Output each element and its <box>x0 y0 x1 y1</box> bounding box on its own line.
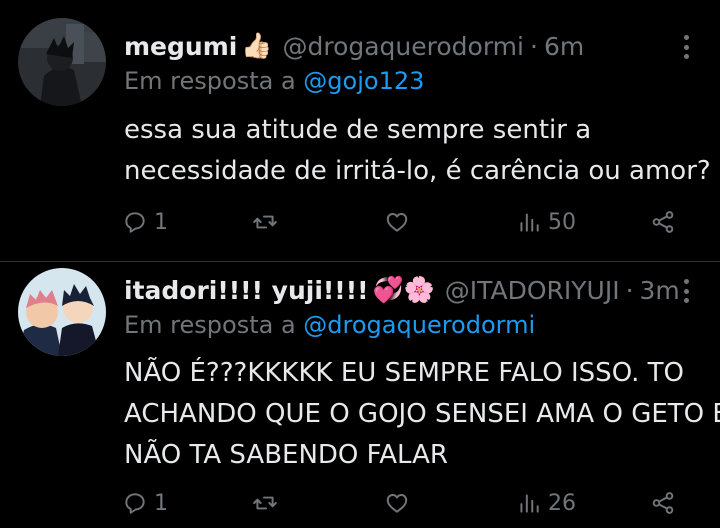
share-icon <box>652 211 674 233</box>
separator-dot: · <box>529 31 538 61</box>
heart-icon <box>386 213 408 232</box>
tweet[interactable]: itadori!!!! yuji!!!! 💞🌸 @ITADORIYUJI · 3… <box>0 262 720 528</box>
reply-context: Em resposta a @gojo123 <box>124 67 424 95</box>
reply-prefix: Em resposta a <box>124 67 296 95</box>
views-bar-chart-icon <box>520 213 539 232</box>
views-button[interactable]: 26 <box>516 483 576 523</box>
retweet-button[interactable] <box>252 483 278 523</box>
tweet-text-line: NÃO TA SABENDO FALAR <box>124 440 448 470</box>
share-icon <box>652 492 674 514</box>
tweet-header: megumi 👍🏻 @drogaquerodormi · 6m <box>124 26 660 66</box>
tweet-text: NÃO É???KKKKK EU SEMPRE FALO ISSO. TO AC… <box>124 353 720 476</box>
views-count: 26 <box>548 490 576 516</box>
retweet-button[interactable] <box>252 202 278 242</box>
like-button[interactable] <box>384 202 410 242</box>
share-button[interactable] <box>650 202 676 242</box>
display-name[interactable]: megumi <box>124 32 237 61</box>
tweet-text-line: ACHANDO QUE O GOJO SENSEI AMA O GETO E <box>124 399 720 429</box>
like-button[interactable] <box>384 483 410 523</box>
retweet-icon <box>253 215 277 229</box>
reply-count: 1 <box>154 209 168 235</box>
reply-button[interactable]: 1 <box>122 202 168 242</box>
tweet[interactable]: megumi 👍🏻 @drogaquerodormi · 6m Em respo… <box>0 0 720 262</box>
views-count: 50 <box>548 209 576 235</box>
reply-count: 1 <box>154 490 168 516</box>
user-handle[interactable]: @drogaquerodormi <box>282 32 524 61</box>
reply-to-link[interactable]: @gojo123 <box>303 67 424 95</box>
name-emoji: 💞🌸 <box>372 275 435 304</box>
share-button[interactable] <box>650 483 676 523</box>
name-emoji: 👍🏻 <box>241 31 273 60</box>
action-bar: 1 26 <box>122 483 680 523</box>
separator-dot: · <box>625 275 634 305</box>
reply-prefix: Em resposta a <box>124 311 296 339</box>
tweet-text-line: NÃO É???KKKKK EU SEMPRE FALO ISSO. TO <box>124 358 684 388</box>
retweet-icon <box>253 496 277 510</box>
display-name[interactable]: itadori!!!! yuji!!!! <box>124 276 369 305</box>
timestamp[interactable]: 3m <box>640 276 680 305</box>
tweet-text-line: necessidade de irritá-lo, é carência ou … <box>124 156 711 186</box>
timestamp[interactable]: 6m <box>544 32 584 61</box>
tweet-header: itadori!!!! yuji!!!! 💞🌸 @ITADORIYUJI · 3… <box>124 270 680 310</box>
avatar[interactable] <box>18 18 106 106</box>
avatar[interactable] <box>18 268 106 356</box>
reply-button[interactable]: 1 <box>122 483 168 523</box>
reply-to-link[interactable]: @drogaquerodormi <box>303 311 535 339</box>
reply-bubble-icon <box>125 493 145 514</box>
reply-bubble-icon <box>125 212 145 233</box>
more-vertical-icon[interactable] <box>678 275 694 307</box>
reply-context: Em resposta a @drogaquerodormi <box>124 311 535 339</box>
heart-icon <box>386 494 408 513</box>
tweet-text: essa sua atitude de sempre sentir a nece… <box>124 110 711 192</box>
views-button[interactable]: 50 <box>516 202 576 242</box>
tweet-text-line: essa sua atitude de sempre sentir a <box>124 115 592 145</box>
more-vertical-icon[interactable] <box>678 31 694 63</box>
views-bar-chart-icon <box>520 494 539 513</box>
user-handle[interactable]: @ITADORIYUJI <box>445 276 620 305</box>
action-bar: 1 50 <box>122 202 680 242</box>
